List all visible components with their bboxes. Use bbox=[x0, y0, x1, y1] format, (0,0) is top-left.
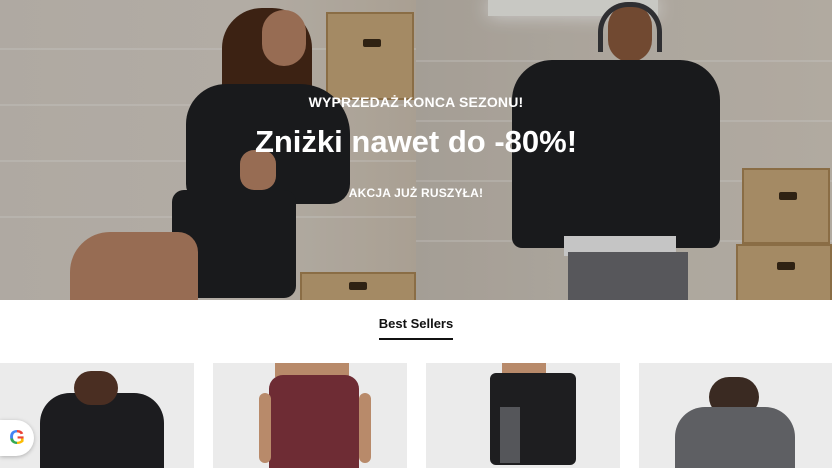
product-card[interactable] bbox=[426, 363, 620, 468]
arm-shape bbox=[259, 393, 271, 463]
burgundy-leggings-image bbox=[269, 375, 359, 468]
print-graphic bbox=[48, 417, 158, 429]
hero-title: Zniżki nawet do -80%! bbox=[254, 124, 578, 159]
product-card[interactable] bbox=[639, 363, 832, 468]
side-panel-shape bbox=[500, 407, 520, 463]
product-card[interactable] bbox=[0, 363, 194, 468]
google-icon: G bbox=[9, 426, 25, 449]
hero-subtitle: AKCJA JUŻ RUSZYŁA! bbox=[348, 186, 484, 200]
product-card[interactable] bbox=[213, 363, 407, 468]
head-shape bbox=[74, 371, 118, 405]
best-sellers-tab[interactable]: Best Sellers bbox=[0, 316, 832, 331]
hero-banner[interactable]: WYPRZEDAŻ KONCA SEZONU! Zniżki nawet do … bbox=[0, 0, 832, 300]
arm-shape bbox=[359, 393, 371, 463]
active-tab-underline bbox=[379, 338, 453, 340]
hero-eyebrow: WYPRZEDAŻ KONCA SEZONU! bbox=[308, 94, 524, 110]
grey-hoodie-image bbox=[675, 407, 795, 468]
